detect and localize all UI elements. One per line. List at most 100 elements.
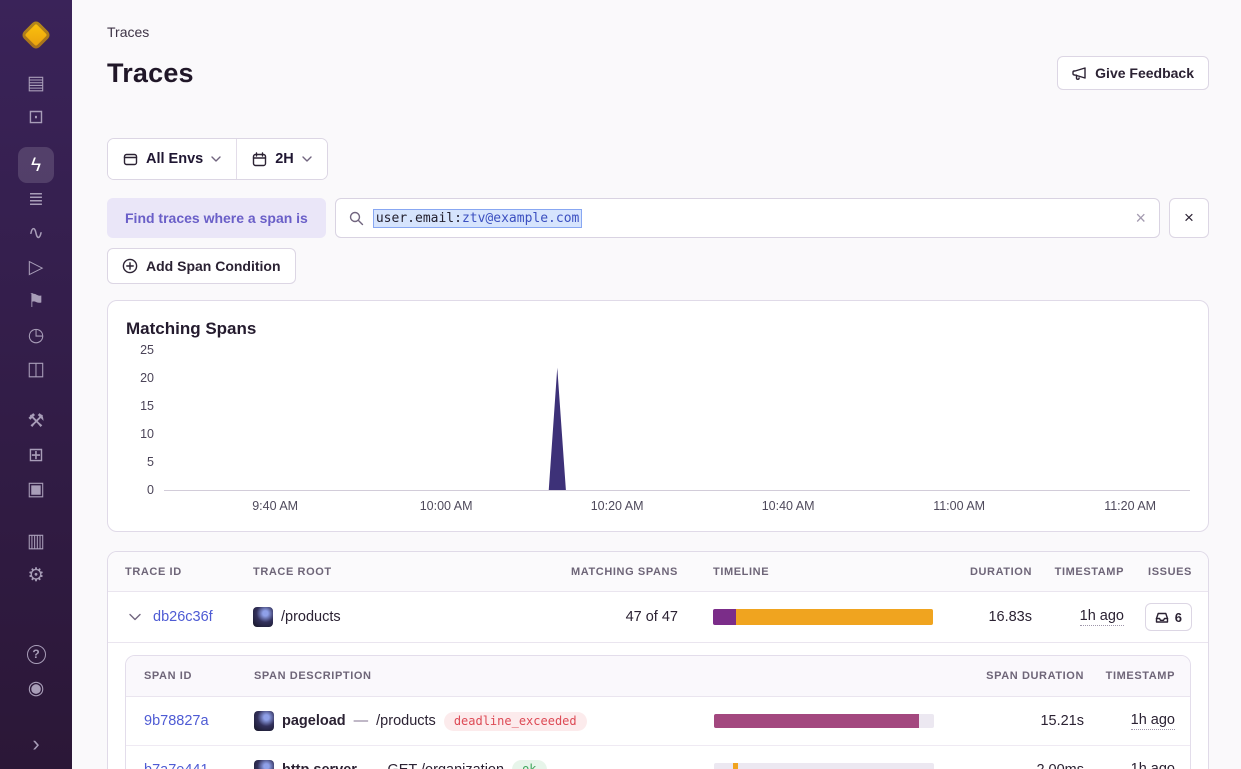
settings-icon: ⚙ xyxy=(27,566,44,585)
trace-row: db26c36f /products 47 of 47 16.83s 1h ag… xyxy=(108,592,1208,643)
give-feedback-button[interactable]: Give Feedback xyxy=(1057,56,1209,90)
span-id-link[interactable]: b7a7e441 xyxy=(144,762,209,769)
span-condition-label: Find traces where a span is xyxy=(107,198,326,238)
separator-dash: — xyxy=(354,713,369,729)
window-icon xyxy=(123,152,138,167)
sidebar-item-feedback[interactable]: ⚑ xyxy=(0,284,72,318)
logo-diamond-icon xyxy=(20,19,51,50)
calendar-icon xyxy=(252,152,267,167)
page-title: Traces xyxy=(107,58,194,89)
releases-icon: ◷ xyxy=(28,326,45,345)
sidebar-item-dashboards[interactable]: ⊞ xyxy=(0,438,72,472)
chart-series-path xyxy=(164,368,1190,490)
insights-icon: ∿ xyxy=(28,224,44,243)
sidebar-item-alerts[interactable]: ⚒ xyxy=(0,404,72,438)
trace-issues-button[interactable]: 6 xyxy=(1145,603,1192,631)
col-duration: Duration xyxy=(934,566,1032,578)
trace-duration: 16.83s xyxy=(934,609,1032,625)
col-span-description: Span Description xyxy=(254,670,714,682)
trace-timeline-bar xyxy=(713,609,933,625)
sidebar-item-issues[interactable]: ▤ xyxy=(0,66,72,100)
matching-spans-value: 47 of 47 xyxy=(563,609,678,625)
dashboards-icon: ⊞ xyxy=(28,446,44,465)
give-feedback-label: Give Feedback xyxy=(1095,65,1194,81)
token-value: ztv@example.com xyxy=(462,211,579,226)
span-op: http.server xyxy=(282,762,357,769)
projects-icon: ▣ xyxy=(27,480,45,499)
explore-icon: ⊡ xyxy=(28,108,44,127)
sidebar-item-whats-new[interactable]: ◉ xyxy=(0,671,72,705)
col-span-duration: Span Duration xyxy=(959,670,1084,682)
span-description: GET /organization xyxy=(387,762,504,769)
sidebar-item-traces[interactable]: ϟ xyxy=(0,148,72,182)
issues-count: 6 xyxy=(1175,610,1182,625)
sidebar-item-projects[interactable]: ▣ xyxy=(0,472,72,506)
sidebar-item-settings[interactable]: ⚙ xyxy=(0,558,72,592)
sidebar-collapse-button[interactable]: › xyxy=(0,727,72,761)
project-icon xyxy=(254,711,274,731)
close-search-button[interactable]: × xyxy=(1169,198,1209,238)
breadcrumb[interactable]: Traces xyxy=(107,24,1209,40)
add-span-condition-label: Add Span Condition xyxy=(146,258,281,274)
main-content: Traces Traces Give Feedback All Envs 2H … xyxy=(72,0,1241,769)
chart-y-axis: 0510152025 xyxy=(126,351,154,491)
span-table-header: Span ID Span Description Span Duration T… xyxy=(126,656,1190,697)
sidebar-item-replays[interactable]: ▷ xyxy=(0,250,72,284)
alerts-icon: ⚒ xyxy=(27,412,44,431)
span-status-badge: deadline_exceeded xyxy=(444,712,587,731)
sidebar-item-queries[interactable]: ≣ xyxy=(0,182,72,216)
col-span-id: Span ID xyxy=(126,670,254,682)
trace-id-link[interactable]: db26c36f xyxy=(153,609,213,625)
matching-spans-panel: Matching Spans 0510152025 9:40 AM10:00 A… xyxy=(107,300,1209,532)
col-timestamp: Timestamp xyxy=(1032,566,1124,578)
project-icon xyxy=(253,607,273,627)
clear-search-icon[interactable]: × xyxy=(1135,209,1146,227)
sidebar-item-crons[interactable]: ◫ xyxy=(0,352,72,386)
trace-table: Trace ID Trace Root Matching Spans Timel… xyxy=(107,551,1209,769)
span-duration: 15.21s xyxy=(959,713,1084,729)
sidebar-item-insights[interactable]: ∿ xyxy=(0,216,72,250)
project-icon xyxy=(254,760,274,769)
span-table: Span ID Span Description Span Duration T… xyxy=(125,655,1191,769)
chart-x-axis: 9:40 AM10:00 AM10:20 AM10:40 AM11:00 AM1… xyxy=(164,491,1190,517)
chevron-down-icon xyxy=(302,156,312,162)
span-duration: 2.00ms xyxy=(959,762,1084,769)
megaphone-icon xyxy=(1072,66,1087,81)
plus-circle-icon xyxy=(122,258,138,274)
sidebar-item-releases[interactable]: ◷ xyxy=(0,318,72,352)
col-trace-id: Trace ID xyxy=(108,566,253,578)
chevron-down-icon xyxy=(211,156,221,162)
expand-trace-button[interactable] xyxy=(125,607,145,627)
col-span-timestamp: Timestamp xyxy=(1084,670,1190,682)
help-icon: ? xyxy=(27,645,46,664)
time-range-label: 2H xyxy=(275,151,294,167)
span-status-badge: ok xyxy=(512,760,546,769)
chart-svg xyxy=(164,351,1190,490)
sidebar-item-help[interactable]: ? xyxy=(0,637,72,671)
app-logo[interactable] xyxy=(19,18,53,52)
trace-table-header: Trace ID Trace Root Matching Spans Timel… xyxy=(108,552,1208,592)
filter-bar: All Envs 2H xyxy=(107,138,328,180)
col-timeline: Timeline xyxy=(678,566,934,578)
issues-icon: ▤ xyxy=(27,74,45,93)
traces-icon: ϟ xyxy=(31,156,41,175)
span-row: b7a7e441 http.server — GET /organization… xyxy=(126,745,1190,769)
chart-title: Matching Spans xyxy=(126,319,1190,339)
time-range-filter-button[interactable]: 2H xyxy=(237,139,327,179)
add-span-condition-button[interactable]: Add Span Condition xyxy=(107,248,296,284)
trace-root: /products xyxy=(281,609,341,625)
col-trace-root: Trace Root xyxy=(253,566,563,578)
token-key: user.email: xyxy=(376,211,462,226)
col-issues: Issues xyxy=(1124,566,1208,578)
sidebar-item-explore[interactable]: ⊡ xyxy=(0,100,72,134)
chevron-down-icon xyxy=(129,613,141,621)
environment-filter-button[interactable]: All Envs xyxy=(108,139,236,179)
close-icon: × xyxy=(1184,208,1194,228)
search-input[interactable]: user.email:ztv@example.com × xyxy=(335,198,1160,238)
sidebar: ▤ ⊡ ϟ ≣ ∿ ▷ ⚑ ◷ ◫ ⚒ ⊞ ▣ ▥ ⚙ ? ◉ › xyxy=(0,0,72,769)
sidebar-item-stats[interactable]: ▥ xyxy=(0,524,72,558)
search-token: user.email:ztv@example.com xyxy=(374,210,582,227)
span-id-link[interactable]: 9b78827a xyxy=(144,713,209,729)
separator-dash: — xyxy=(365,762,380,769)
span-description: /products xyxy=(376,713,436,729)
